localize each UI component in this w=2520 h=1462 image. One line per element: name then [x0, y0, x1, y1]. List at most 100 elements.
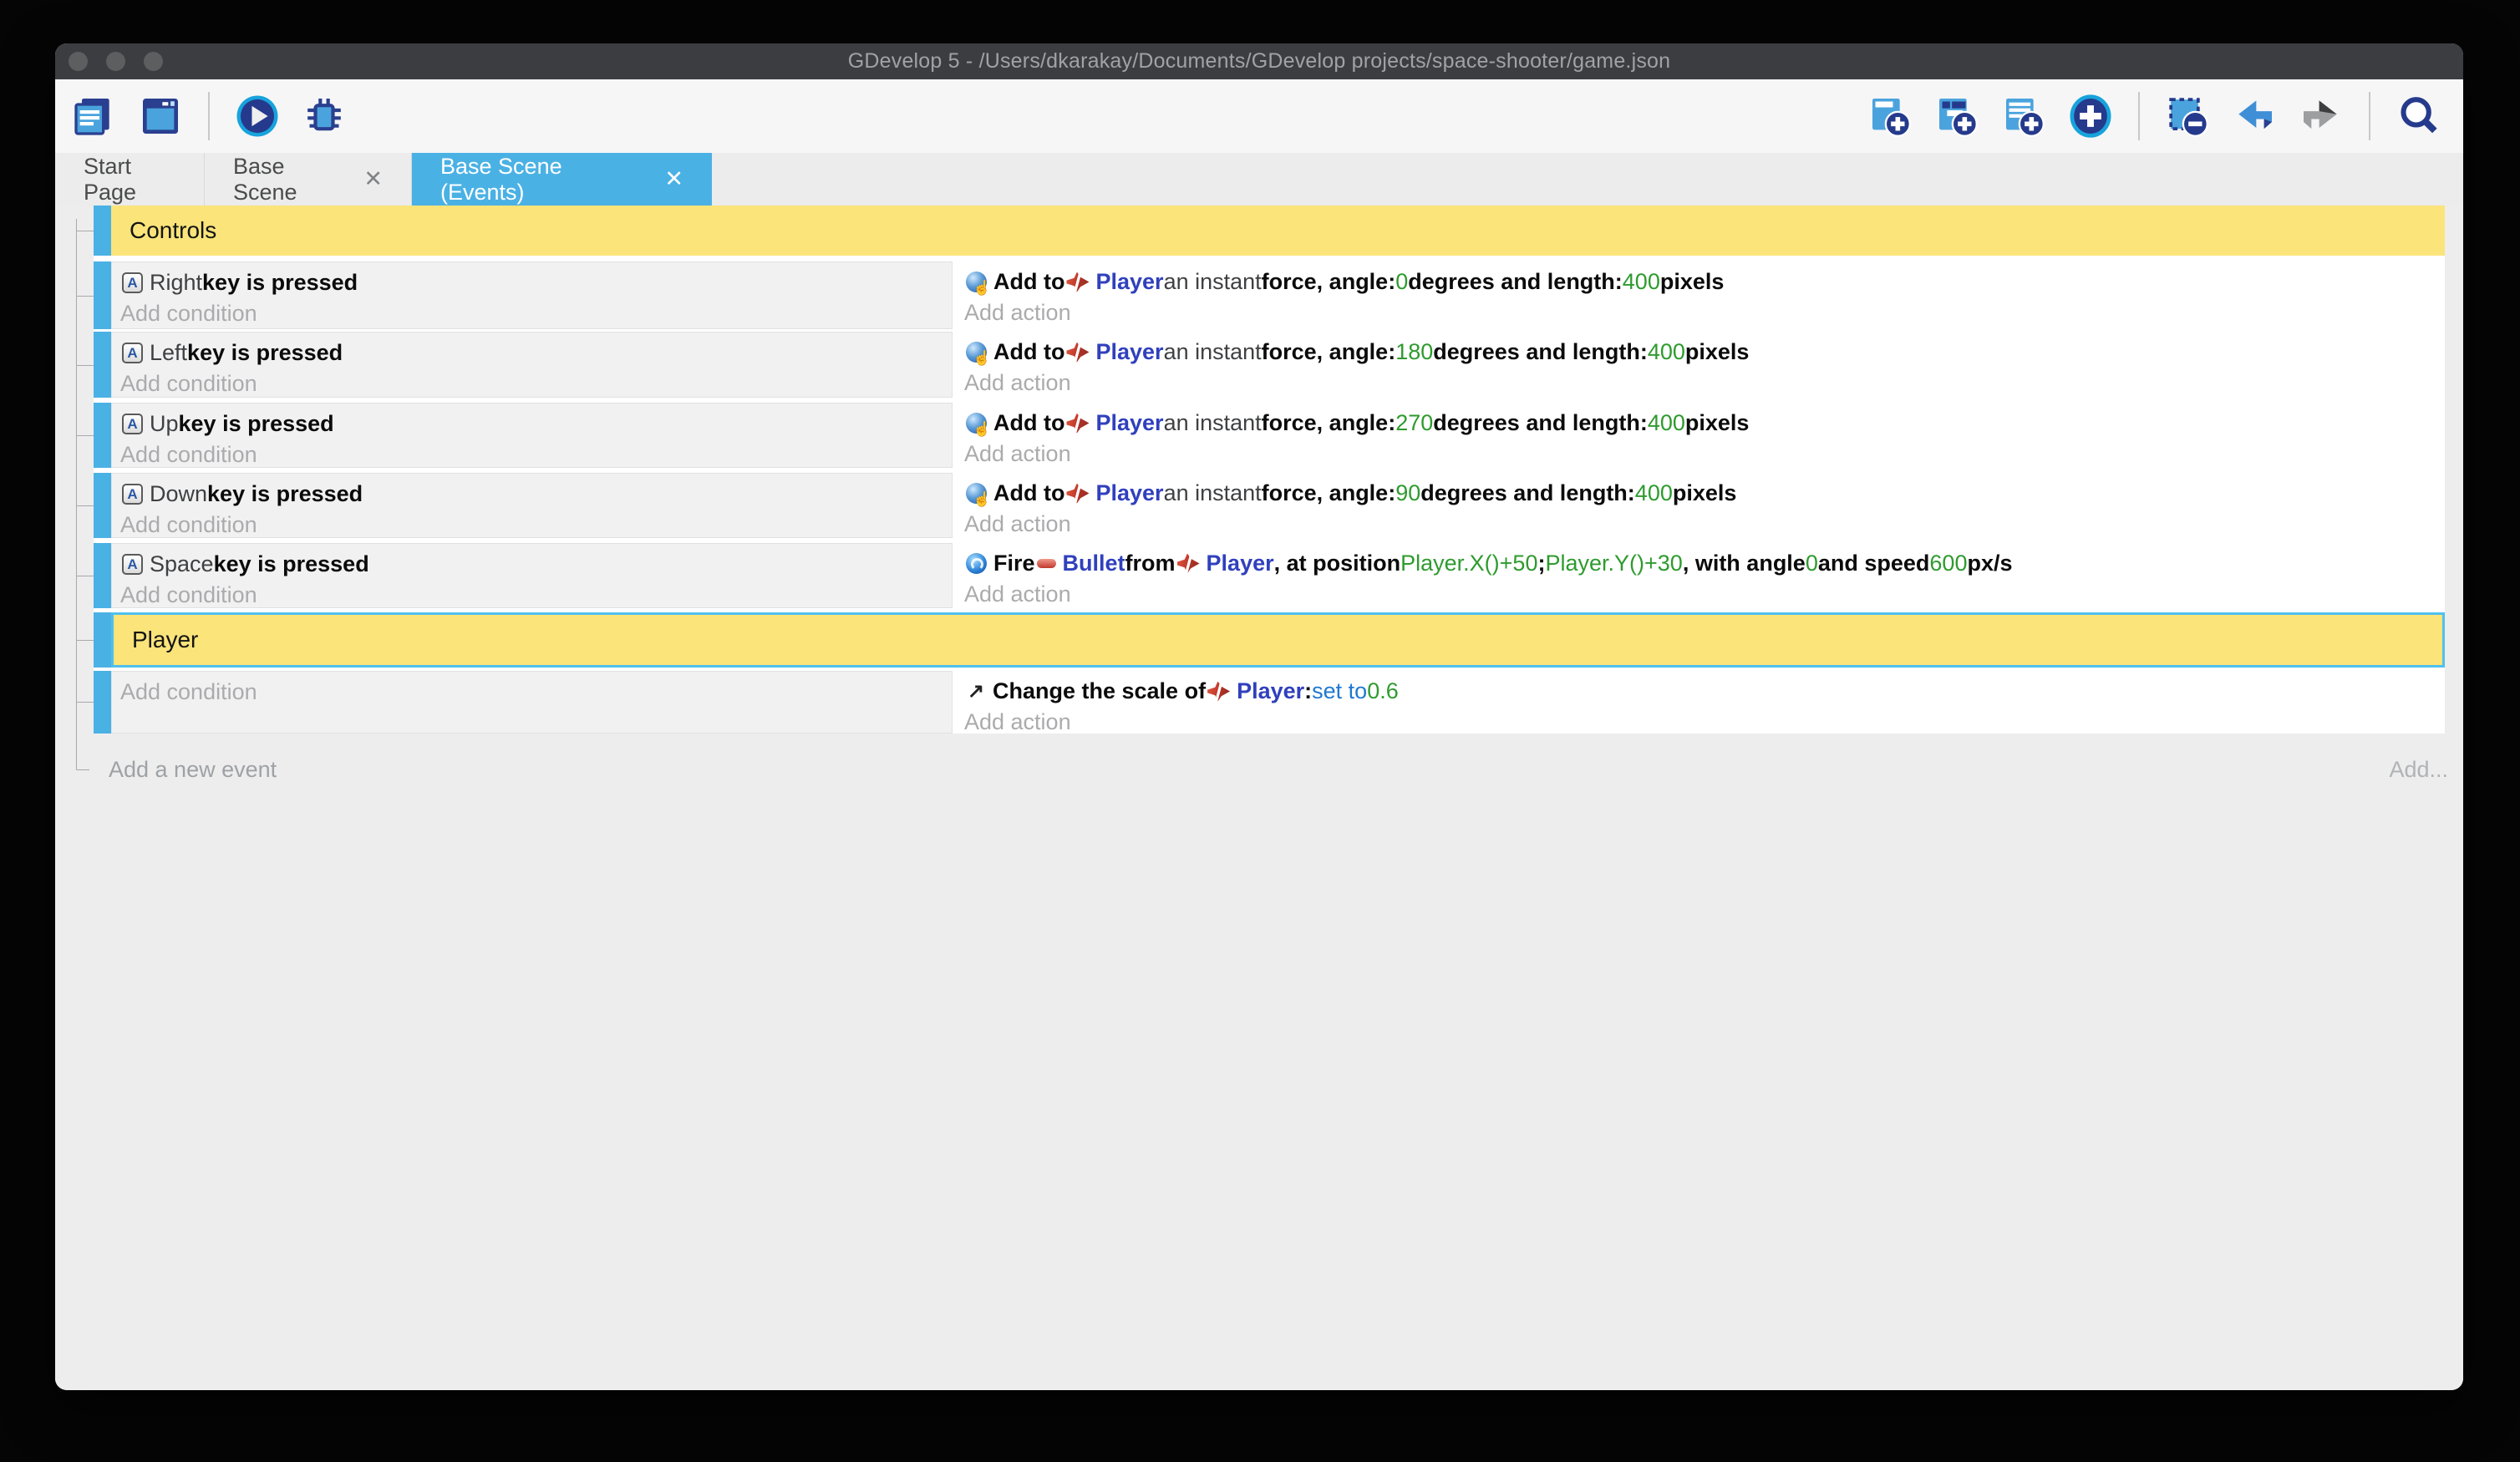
tab-start-page[interactable]: Start Page: [55, 153, 205, 206]
debug-bug-icon[interactable]: [300, 92, 348, 140]
title-bar: GDevelop 5 - /Users/dkarakay/Documents/G…: [55, 43, 2463, 79]
event-color-bar: [94, 206, 111, 256]
condition-sentence[interactable]: Space key is pressed: [120, 549, 952, 580]
window-title: GDevelop 5 - /Users/dkarakay/Documents/G…: [848, 49, 1671, 74]
force-icon: [966, 272, 987, 292]
bullet-icon: [1037, 559, 1056, 568]
close-window-button[interactable]: [69, 52, 88, 71]
action-sentence[interactable]: Change the scale of Player: set to 0.6: [964, 676, 2445, 707]
tab-label: Base Scene (Events): [440, 154, 643, 206]
add-comment-icon[interactable]: [1999, 92, 2048, 140]
scale-icon: [966, 681, 986, 703]
traffic-lights: [69, 52, 163, 71]
keyboard-key-icon: [122, 484, 143, 505]
condition-sentence[interactable]: Up key is pressed: [120, 409, 952, 439]
toolbar-separator: [2138, 92, 2140, 140]
delete-event-icon[interactable]: [2163, 92, 2212, 140]
action-sentence[interactable]: Add to Player an instant force, angle: 1…: [964, 337, 2445, 368]
event-row[interactable]: Down key is pressed Add condition Add to…: [94, 473, 2445, 538]
action-sentence[interactable]: Add to Player an instant force, angle: 0…: [964, 267, 2445, 297]
toolbar-separator: [208, 92, 210, 140]
event-color-bar: [94, 261, 111, 329]
add-condition-link[interactable]: Add condition: [120, 298, 952, 329]
events-panel: Controls Right key is pressed Add condit…: [55, 206, 2463, 1390]
add-action-link[interactable]: Add action: [964, 297, 2445, 328]
keyboard-key-icon: [122, 554, 143, 575]
player-icon: [1177, 554, 1200, 574]
project-manager-icon[interactable]: [69, 92, 118, 140]
toolbar-separator: [2369, 92, 2370, 140]
tree-line: [76, 219, 77, 769]
preview-play-icon[interactable]: [233, 92, 282, 140]
tree-tick: [76, 435, 94, 436]
add-action-link[interactable]: Add action: [964, 509, 2445, 540]
add-action-link[interactable]: Add action: [964, 579, 2445, 610]
tab-base-scene-events[interactable]: Base Scene (Events) ✕: [412, 153, 712, 206]
keyboard-key-icon: [122, 272, 143, 293]
add-condition-link[interactable]: Add condition: [120, 510, 952, 541]
event-row[interactable]: Up key is pressed Add condition Add to P…: [94, 403, 2445, 468]
tree-tick: [76, 365, 94, 366]
condition-sentence[interactable]: Left key is pressed: [120, 338, 952, 368]
group-title: Controls: [111, 206, 2445, 256]
player-icon: [1207, 682, 1230, 702]
action-sentence[interactable]: Add to Player an instant force, angle: 9…: [964, 478, 2445, 509]
condition-sentence[interactable]: Right key is pressed: [120, 267, 952, 298]
add-action-link[interactable]: Add action: [964, 368, 2445, 398]
event-color-bar: [94, 612, 111, 668]
action-sentence[interactable]: Fire Bullet from Player, at position Pla…: [964, 548, 2445, 579]
tab-bar: Start Page Base Scene ✕ Base Scene (Even…: [55, 153, 2463, 206]
force-icon: [966, 342, 987, 363]
event-color-bar: [94, 473, 111, 538]
event-color-bar: [94, 403, 111, 468]
action-sentence[interactable]: Add to Player an instant force, angle: 2…: [964, 408, 2445, 439]
add-action-link[interactable]: Add action: [964, 439, 2445, 470]
add-more-link[interactable]: Add...: [2389, 757, 2448, 783]
add-choose-icon[interactable]: [2066, 92, 2115, 140]
player-icon: [1066, 272, 1089, 292]
event-row[interactable]: Space key is pressed Add condition Fire …: [94, 543, 2445, 608]
tree-tick: [76, 296, 94, 297]
close-icon[interactable]: ✕: [664, 168, 683, 190]
tree-tick: [76, 640, 94, 641]
close-icon[interactable]: ✕: [363, 168, 383, 190]
tab-label: Base Scene: [233, 154, 342, 206]
player-icon: [1066, 484, 1089, 504]
zoom-window-button[interactable]: [144, 52, 163, 71]
add-condition-link[interactable]: Add condition: [120, 368, 952, 399]
toolbar: [55, 79, 2463, 153]
keyboard-key-icon: [122, 343, 143, 363]
scene-editor-icon[interactable]: [136, 92, 185, 140]
group-title: Player: [111, 612, 2445, 668]
event-color-bar: [94, 332, 111, 398]
add-event-icon[interactable]: [1866, 92, 1914, 140]
undo-icon[interactable]: [2230, 92, 2279, 140]
condition-sentence[interactable]: Down key is pressed: [120, 479, 952, 510]
add-condition-link[interactable]: Add condition: [120, 580, 952, 611]
event-row[interactable]: Left key is pressed Add condition Add to…: [94, 332, 2445, 398]
add-condition-link[interactable]: Add condition: [120, 677, 952, 708]
add-subevent-icon[interactable]: [1933, 92, 1981, 140]
tree-tick: [76, 505, 94, 506]
gdevelop-window: GDevelop 5 - /Users/dkarakay/Documents/G…: [55, 43, 2463, 1390]
tree-tick: [76, 702, 94, 703]
event-row[interactable]: Add condition Change the scale of Player…: [94, 671, 2445, 734]
redo-icon[interactable]: [2297, 92, 2345, 140]
event-group-controls[interactable]: Controls: [94, 206, 2445, 256]
fire-icon: [966, 553, 987, 574]
player-icon: [1066, 343, 1089, 363]
event-row[interactable]: Right key is pressed Add condition Add t…: [94, 261, 2445, 329]
add-action-link[interactable]: Add action: [964, 707, 2445, 738]
tab-base-scene[interactable]: Base Scene ✕: [205, 153, 412, 206]
force-icon: [966, 483, 987, 504]
minimize-window-button[interactable]: [106, 52, 125, 71]
add-condition-link[interactable]: Add condition: [120, 439, 952, 470]
add-new-event-link[interactable]: Add a new event: [109, 757, 277, 783]
search-icon[interactable]: [2394, 92, 2442, 140]
event-color-bar: [94, 671, 111, 734]
tab-label: Start Page: [84, 154, 175, 206]
player-icon: [1066, 414, 1089, 434]
keyboard-key-icon: [122, 414, 143, 434]
event-group-player[interactable]: Player: [94, 612, 2445, 668]
force-icon: [966, 413, 987, 434]
